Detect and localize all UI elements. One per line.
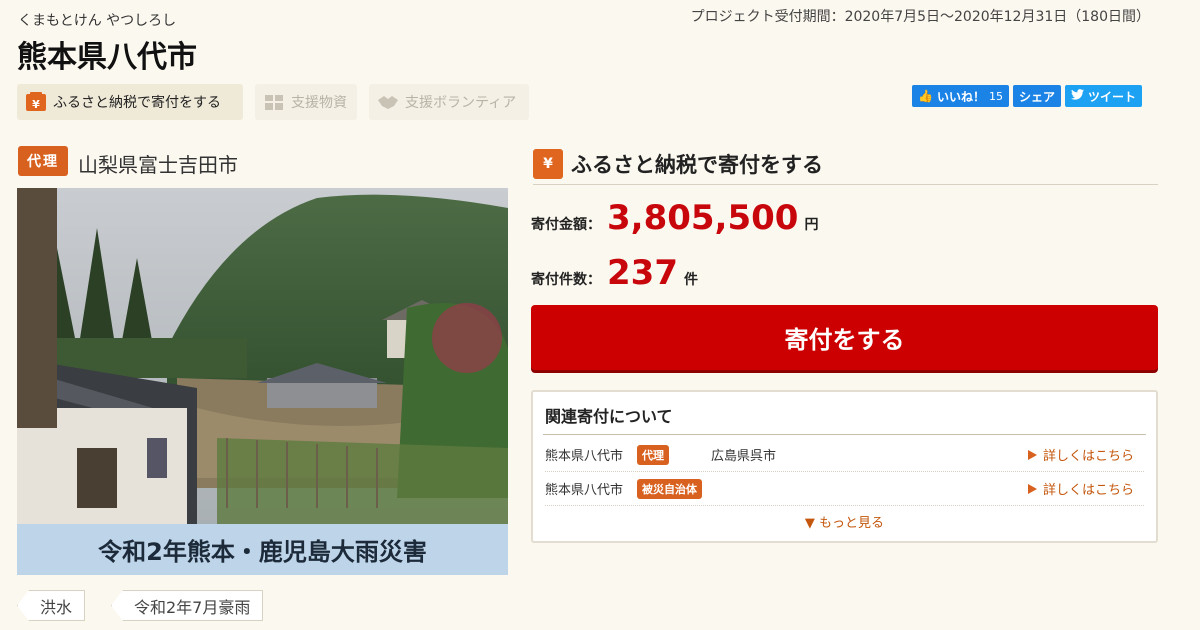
like-count: 15 [988,89,1003,103]
like-button[interactable]: 👍 いいね！ 15 [912,85,1009,107]
amount-unit: 円 [804,217,819,233]
amount-label: 寄付金額： [531,217,601,233]
related-city: 熊本県八代市 [545,483,624,498]
show-more-link[interactable]: ▼ もっと見る [533,512,1156,531]
tab-furusato-donation[interactable]: ¥ ふるさと納税で寄付をする [17,84,243,120]
photo-caption: 令和2年熊本・鹿児島大雨災害 [17,524,508,575]
twitter-bird-icon [1070,89,1084,103]
handshake-icon [377,91,399,113]
tab-label: ふるさと納税で寄付をする [53,95,221,111]
details-link-label: 詳しくはこちら [1042,483,1134,498]
triangle-right-icon [1027,483,1037,494]
donation-heading-text: ふるさと納税で寄付をする [571,152,823,177]
related-donations-panel: 関連寄付について 熊本県八代市 代理 広島県呉市 詳しくはこちら 熊本県八代市 … [531,390,1158,543]
donation-count: 寄付件数： 237 件 [531,253,698,293]
donation-heading: ¥ ふるさと納税で寄付をする [533,143,1158,185]
amount-value: 3,805,500 [607,198,799,238]
related-city: 熊本県八代市 [545,449,624,464]
yen-box-icon: ¥ [25,91,47,113]
count-label: 寄付件数： [531,272,601,288]
details-link[interactable]: 詳しくはこちら [1027,479,1134,498]
social-buttons: 👍 いいね！ 15 シェア ツイート [912,85,1142,107]
tag-flood[interactable]: 洪水 [17,590,86,621]
related-badge: 被災自治体 [637,478,702,499]
related-title: 関連寄付について [545,407,673,426]
tab-volunteer[interactable]: 支援ボランティア [369,84,529,120]
share-button[interactable]: シェア [1012,85,1061,107]
triangle-right-icon [1027,449,1037,460]
donate-button[interactable]: 寄付をする [531,305,1158,370]
tag-july-heavy-rain[interactable]: 令和2年7月豪雨 [111,590,264,621]
proxy-city: 山梨県富士吉田市 [78,153,238,177]
related-badge: 代理 [637,444,669,465]
yen-box-icon: ¥ [533,148,563,179]
tab-label: 支援ボランティア [405,95,517,111]
related-other-city: 広島県呉市 [711,449,777,464]
details-link-label: 詳しくはこちら [1042,449,1134,464]
donation-amount: 寄付金額： 3,805,500 円 [531,198,818,238]
related-row: 熊本県八代市 被災自治体 詳しくはこちら [545,472,1144,506]
divider [543,434,1146,435]
thumbs-up-icon: 👍 [918,89,933,103]
count-unit: 件 [683,272,698,288]
details-link[interactable]: 詳しくはこちら [1027,445,1134,464]
tweet-label: ツイート [1087,89,1136,104]
related-row: 熊本県八代市 代理 広島県呉市 詳しくはこちら [545,438,1144,472]
furigana-reading: くまもとけん やつしろし [18,13,177,29]
proxy-badge: 代理 [18,146,68,176]
count-value: 237 [607,253,678,293]
tweet-button[interactable]: ツイート [1064,85,1142,107]
svg-text:¥: ¥ [32,98,40,111]
like-label: いいね！ [936,89,985,104]
page-title: 熊本県八代市 [17,40,197,75]
disaster-photo [17,188,508,524]
project-period: プロジェクト受付期間：2020年7月5日〜2020年12月31日（180日間） [690,9,1150,25]
share-label: シェア [1018,89,1055,104]
tab-label: 支援物資 [291,95,347,111]
tab-relief-supplies[interactable]: 支援物資 [255,84,357,120]
package-icon [263,91,285,113]
